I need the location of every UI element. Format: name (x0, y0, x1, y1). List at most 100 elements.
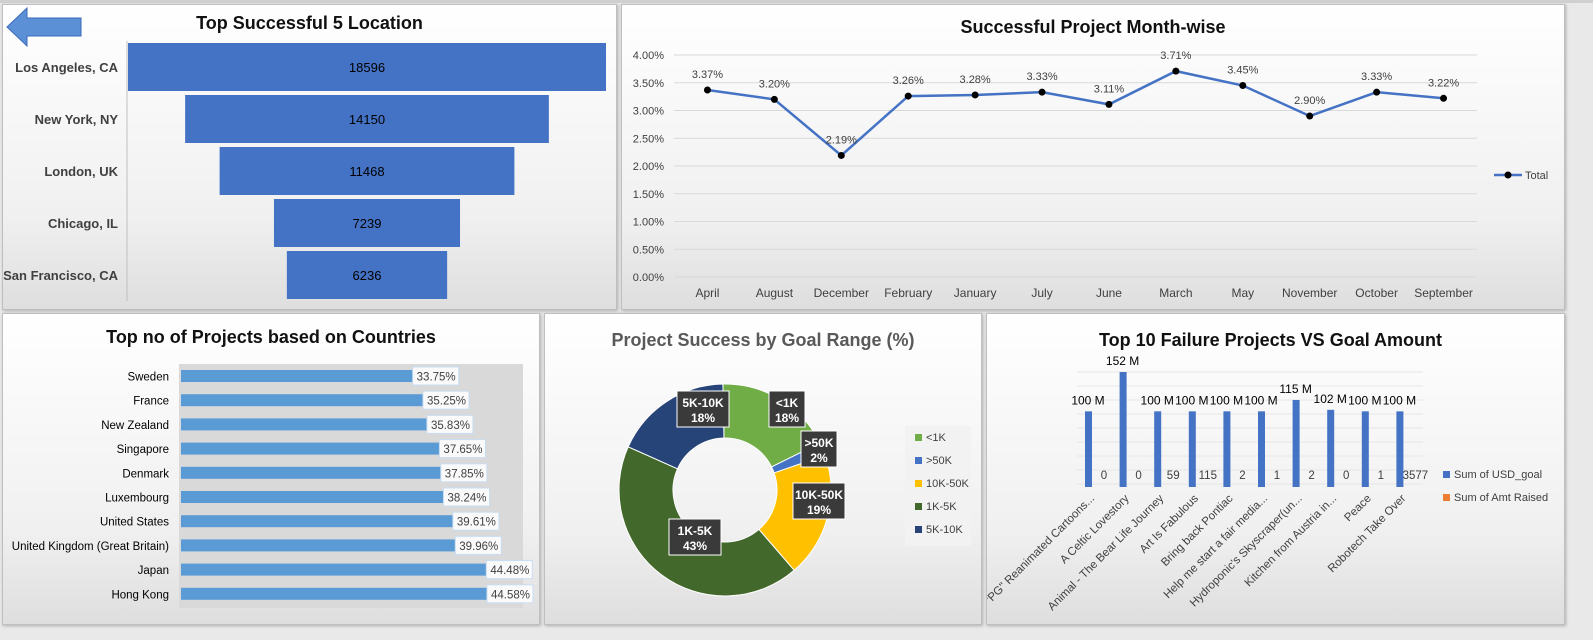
failure-legend-label: Sum of USD_goal (1454, 469, 1542, 481)
monthly-point (1373, 88, 1381, 96)
location-category-label: San Francisco, CA (3, 268, 118, 283)
countries-data-label: 35.25% (427, 396, 466, 408)
countries-data-label: 37.65% (443, 444, 482, 456)
countries-data-label: 37.85% (445, 468, 484, 480)
countries-bar (181, 466, 441, 479)
failure-goal-label: 100 M (1141, 393, 1174, 407)
monthly-y-tick: 2.50% (633, 133, 664, 145)
failure-bar-goal (1223, 411, 1231, 487)
failure-raised-label: 1 (1274, 470, 1280, 482)
monthly-legend-label: Total (1525, 170, 1548, 182)
countries-bar (181, 587, 487, 600)
monthly-point (1239, 82, 1247, 90)
failure-goal-label: 100 M (1348, 393, 1381, 407)
monthly-y-tick: 2.00% (633, 161, 664, 173)
countries-data-label: 44.58% (491, 589, 530, 601)
monthly-x-tick: June (1096, 286, 1122, 300)
donut-label-category: 5K-10K (682, 396, 724, 410)
donut-legend-swatch (915, 503, 922, 510)
failure-goal-label: 100 M (1383, 393, 1416, 407)
location-category-label: London, UK (44, 164, 118, 179)
monthly-y-tick: 0.50% (633, 244, 664, 256)
monthly-x-tick: December (814, 286, 869, 300)
countries-category-label: United States (100, 517, 169, 529)
countries-bar (181, 394, 423, 407)
monthly-legend-marker (1504, 171, 1512, 179)
goal-range-chart: <1K18%>50K2%10K-50K19%1K-5K43%5K-10K18%<… (618, 383, 971, 597)
failure-bar-goal (1292, 399, 1300, 487)
monthly-point (904, 92, 912, 100)
monthly-y-tick: 3.50% (633, 78, 664, 90)
monthly-x-tick: January (954, 286, 997, 300)
donut-label-category: >50K (804, 436, 833, 450)
donut-label-category: <1K (776, 396, 799, 410)
location-panel: Top Successful 5 Location 18596 Los Angel… (2, 4, 617, 310)
monthly-point (1172, 67, 1180, 75)
failure-goal-label: 100 M (1175, 393, 1208, 407)
countries-data-label: 44.48% (490, 565, 529, 577)
failure-raised-label: 59 (1167, 470, 1180, 482)
location-category-label: Chicago, IL (48, 216, 118, 231)
location-bar-value: 7239 (353, 216, 382, 231)
monthly-x-tick: March (1159, 286, 1192, 300)
donut-legend-label: 5K-10K (926, 524, 963, 536)
monthly-y-tick: 4.00% (633, 50, 664, 62)
location-bar-value: 14150 (349, 112, 385, 127)
donut-legend-swatch (915, 434, 922, 441)
location-bar-value: 6236 (353, 268, 382, 283)
failure-raised-label: 0 (1343, 470, 1349, 482)
failure-legend-swatch (1443, 494, 1450, 501)
countries-data-label: 39.61% (457, 517, 496, 529)
failure-raised-label: 3577 (1403, 470, 1429, 482)
goal-range-panel: Project Success by Goal Range (%) <1K 18%… (544, 313, 982, 625)
failure-goal-label: 115 M (1279, 382, 1311, 396)
monthly-chart: 0.00% 0.50% 1.00% 1.50% 2.00% 2.50% 3.00% 3.50%… (633, 50, 1548, 300)
monthly-data-label: 3.33% (1361, 71, 1392, 83)
monthly-point (1306, 112, 1314, 120)
failure-raised-label: 0 (1135, 470, 1141, 482)
monthly-point (1038, 88, 1046, 96)
countries-bar (181, 491, 444, 503)
back-arrow-icon[interactable] (5, 5, 85, 49)
countries-bar (181, 442, 440, 455)
countries-category-label: Sweden (127, 372, 169, 384)
failure-goal-label: 102 M (1314, 392, 1347, 406)
failure-raised-label: 1 (1378, 470, 1384, 482)
monthly-data-label: 3.45% (1227, 65, 1258, 77)
countries-panel: Top no of Projects based on Countries 33… (2, 313, 540, 625)
failure-goal-label: 152 M (1106, 354, 1139, 368)
monthly-point (703, 86, 711, 94)
location-chart: 18596 Los Angeles, CA 14150 New York, NY 114… (3, 41, 606, 301)
monthly-x-tick: April (695, 286, 719, 300)
failure-panel: Top 10 Failure Projects VS Goal Amount 1… (986, 313, 1565, 625)
location-bar-value: 18596 (349, 60, 385, 75)
countries-category-label: United Kingdom (Great Britain) (12, 541, 169, 553)
failure-goal-label: 100 M (1210, 393, 1243, 407)
donut-legend-swatch (915, 526, 922, 533)
countries-category-label: Singapore (117, 444, 169, 456)
monthly-data-label: 3.11% (1094, 83, 1125, 95)
monthly-y-tick: 1.00% (633, 217, 664, 229)
monthly-data-label: 3.71% (1160, 50, 1191, 62)
countries-bar (181, 515, 453, 528)
failure-raised-label: 2 (1239, 470, 1245, 482)
location-category-label: New York, NY (35, 112, 119, 127)
countries-category-label: Japan (138, 565, 169, 577)
countries-data-label: 35.83% (431, 420, 470, 432)
failure-goal-label: 100 M (1244, 393, 1277, 407)
monthly-x-tick: February (884, 286, 932, 300)
donut-label-category: 1K-5K (678, 524, 713, 538)
failure-category-label: Peace (1342, 493, 1374, 525)
failure-goal-label: 100 M (1071, 393, 1104, 407)
donut-label-value: 2% (810, 451, 828, 465)
donut-legend-label: <1K (926, 432, 947, 444)
donut-legend-label: 10K-50K (926, 478, 969, 490)
monthly-data-label: 3.22% (1428, 77, 1459, 89)
failure-bar-goal (1188, 411, 1196, 487)
monthly-x-tick: May (1231, 286, 1254, 300)
countries-bar (181, 563, 487, 576)
countries-data-label: 38.24% (447, 493, 486, 505)
countries-bar (181, 370, 413, 382)
donut-label-category: 10K-50K (795, 488, 843, 502)
monthly-x-tick: September (1414, 286, 1473, 300)
